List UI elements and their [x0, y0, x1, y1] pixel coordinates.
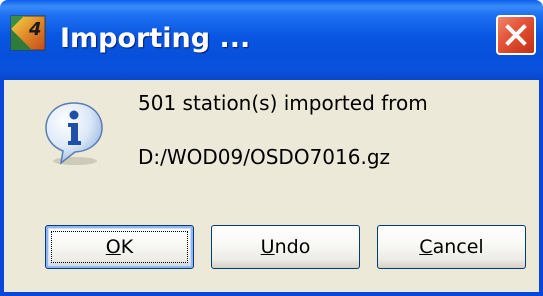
ok-label-rest: K: [120, 236, 134, 258]
ok-button[interactable]: OK: [45, 225, 194, 269]
undo-button[interactable]: Undo: [211, 225, 360, 269]
cancel-label-rest: ancel: [432, 236, 484, 258]
ocean-data-view-icon: 4: [10, 15, 46, 51]
cancel-mnemonic: C: [419, 236, 433, 258]
import-dialog-window: 4 Importing ... 501 station(s) imported …: [0, 0, 543, 296]
undo-label-rest: ndo: [274, 236, 311, 258]
message-line-path: D:/WOD09/OSDO7016.gz: [138, 145, 391, 169]
close-icon: [505, 24, 527, 46]
close-button[interactable]: [496, 15, 536, 55]
title-bar[interactable]: 4 Importing ...: [0, 0, 543, 80]
window-title: Importing ...: [60, 23, 251, 54]
cancel-button[interactable]: Cancel: [377, 225, 526, 269]
info-icon: [40, 99, 108, 167]
undo-mnemonic: U: [260, 236, 275, 258]
message-line-count: 501 station(s) imported from: [138, 91, 428, 115]
svg-text:4: 4: [28, 19, 42, 40]
ok-mnemonic: O: [105, 236, 121, 258]
